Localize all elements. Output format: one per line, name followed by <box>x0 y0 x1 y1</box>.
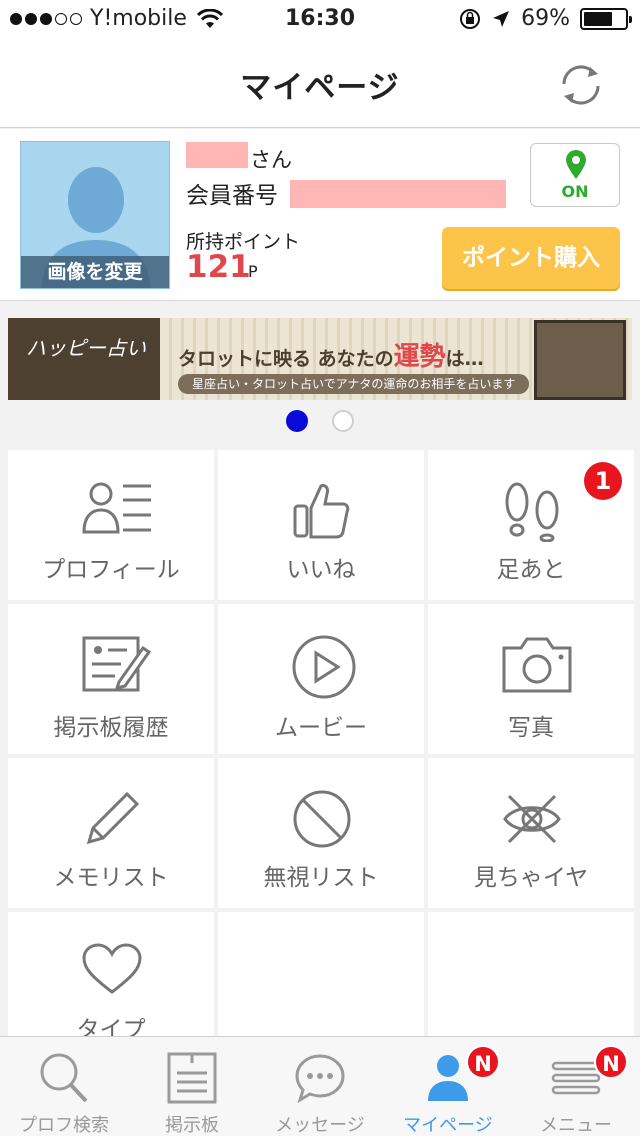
banner-heading: タロットに映る あなたの運勢は… <box>178 336 484 373</box>
mypage-badge: N <box>466 1045 500 1079</box>
banner-logo-area: ハッピー占い <box>8 318 160 400</box>
redacted-name <box>186 142 248 168</box>
footprints-icon <box>505 482 559 542</box>
change-image-button[interactable]: 画像を変更 <box>21 256 169 288</box>
tab-menu[interactable]: N メニュー <box>512 1037 640 1136</box>
menu-item-ignore-list[interactable]: 無視リスト <box>218 758 424 908</box>
menu-label: メモリスト <box>53 865 169 891</box>
tab-mypage[interactable]: N マイページ <box>384 1037 512 1136</box>
refresh-icon[interactable] <box>554 58 608 112</box>
board-history-icon <box>82 636 151 692</box>
redacted-member-number <box>290 180 506 208</box>
carousel-dot-active[interactable] <box>286 410 308 432</box>
status-right: 69% <box>459 6 632 31</box>
online-status-toggle[interactable]: ON <box>530 143 620 207</box>
camera-icon <box>502 637 572 693</box>
banner-heading-suffix: は… <box>445 348 484 370</box>
banner-heading-prefix: タロットに映る あなたの <box>178 348 394 370</box>
menu-item-footprints[interactable]: 足あと 1 <box>428 450 634 600</box>
tab-profile-search[interactable]: プロフ検索 <box>0 1037 128 1136</box>
thumbs-up-icon <box>293 484 350 539</box>
menu-item-likes[interactable]: いいね <box>218 450 424 600</box>
tab-label: 掲示板 <box>165 1115 219 1136</box>
status-bar: Y!mobile 16:30 69% <box>0 0 640 40</box>
banner-logo: ハッピー占い <box>26 336 146 360</box>
menu-item-hide[interactable]: 見ちゃイヤ <box>428 758 634 908</box>
banner-subtext: 星座占い・タロット占いでアナタの運命のお相手を占います <box>178 374 530 394</box>
battery-icon <box>580 7 632 30</box>
profile-card: 画像を変更 さん 会員番号 所持ポイント 121 P ON ポイント購入 <box>0 129 640 301</box>
board-icon <box>167 1052 217 1104</box>
points-value: 121 <box>186 249 251 285</box>
location-icon <box>493 10 510 27</box>
menu-item-empty <box>218 912 424 1036</box>
menu-item-profile[interactable]: プロフィール <box>8 450 214 600</box>
tab-label: メニュー <box>540 1115 612 1136</box>
menu-label: 足あと <box>496 557 566 583</box>
menu-label: プロフィール <box>42 557 180 583</box>
page-title: マイページ <box>240 70 400 106</box>
profile-list-icon <box>82 482 151 534</box>
menu-label: 無視リスト <box>263 865 379 891</box>
tarot-card-image <box>534 320 626 400</box>
tab-label: プロフ検索 <box>19 1115 109 1136</box>
menu-item-memo-list[interactable]: メモリスト <box>8 758 214 908</box>
play-icon <box>292 635 356 699</box>
menu-item-movie[interactable]: ムービー <box>218 604 424 754</box>
tab-bar: プロフ検索 掲示板 メッセージ N マイページ N メニュー <box>0 1036 640 1136</box>
tab-messages[interactable]: メッセージ <box>256 1037 384 1136</box>
menu-label: ムービー <box>275 715 367 741</box>
battery-percent: 69% <box>521 6 570 31</box>
heart-icon <box>82 943 142 994</box>
member-number-label: 会員番号 <box>186 183 278 209</box>
buy-points-button[interactable]: ポイント購入 <box>442 227 620 289</box>
online-status-label: ON <box>561 182 589 201</box>
carousel-indicator <box>0 408 640 434</box>
menu-label: 掲示板履歴 <box>53 715 169 741</box>
menu-badge: N <box>594 1045 628 1079</box>
points-unit: P <box>248 262 258 281</box>
eye-off-icon <box>503 794 561 844</box>
message-icon <box>295 1054 345 1104</box>
promo-banner[interactable]: ハッピー占い タロットに映る あなたの運勢は… 星座占い・タロット占いでアナタの… <box>8 318 632 400</box>
menu-item-type[interactable]: タイプ <box>8 912 214 1043</box>
footprints-badge: 1 <box>584 462 622 500</box>
tab-board[interactable]: 掲示板 <box>128 1037 256 1136</box>
pencil-icon <box>86 791 140 845</box>
tab-label: マイページ <box>403 1115 493 1136</box>
nav-bar: マイページ <box>0 40 640 128</box>
menu-label: 写真 <box>508 715 554 741</box>
menu-grid: プロフィール いいね 足あと 1 掲示板履歴 ムービー 写真 メモリスト 無視リ… <box>0 446 640 1043</box>
menu-label: 見ちゃイヤ <box>473 865 589 891</box>
avatar[interactable]: 画像を変更 <box>20 141 170 289</box>
tab-label: メッセージ <box>275 1115 365 1136</box>
menu-item-photos[interactable]: 写真 <box>428 604 634 754</box>
name-suffix: さん <box>250 148 292 172</box>
menu-item-board-history[interactable]: 掲示板履歴 <box>8 604 214 754</box>
rotation-lock-icon <box>460 8 481 29</box>
carousel-dot[interactable] <box>332 410 354 432</box>
menu-item-empty <box>428 912 634 1036</box>
block-icon <box>293 790 351 848</box>
banner-heading-highlight: 運勢 <box>393 342 446 372</box>
location-pin-icon <box>566 150 586 179</box>
search-icon <box>40 1053 88 1103</box>
menu-label: いいね <box>286 557 356 583</box>
